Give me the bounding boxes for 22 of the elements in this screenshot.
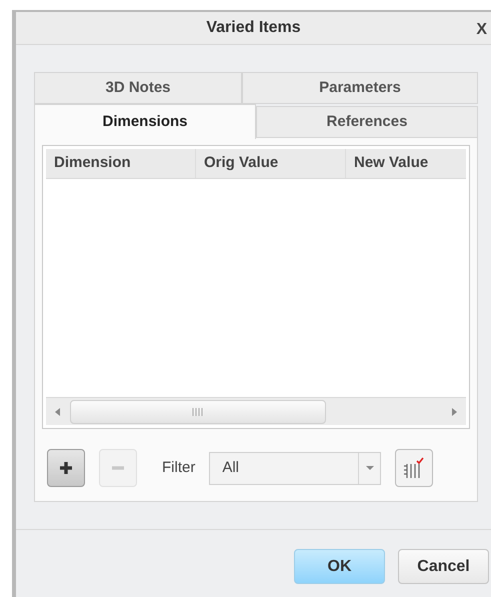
- column-header[interactable]: Dimension: [46, 149, 196, 178]
- add-button[interactable]: [47, 449, 85, 487]
- scroll-thumb[interactable]: [70, 400, 326, 424]
- column-settings-button[interactable]: [395, 449, 434, 487]
- horizontal-scrollbar[interactable]: [46, 397, 466, 425]
- tab[interactable]: Parameters: [242, 72, 478, 104]
- tab[interactable]: Dimensions: [34, 104, 256, 139]
- filter-label: Filter: [162, 458, 196, 478]
- column-header[interactable]: Orig Value: [196, 149, 346, 178]
- ok-button[interactable]: OK: [294, 549, 385, 584]
- plus-icon: [59, 461, 73, 475]
- columns-check-icon: [402, 456, 426, 480]
- window-title: Varied Items: [206, 18, 301, 38]
- tab[interactable]: References: [256, 106, 478, 138]
- dropdown-arrow-icon: [364, 465, 375, 471]
- filter-value: All: [221, 458, 240, 478]
- tab[interactable]: 3D Notes: [34, 72, 242, 104]
- filter-dropdown[interactable]: All: [209, 452, 382, 484]
- grip-icon: [191, 406, 205, 416]
- close-button[interactable]: X: [476, 18, 487, 42]
- column-header[interactable]: New Value: [346, 149, 466, 178]
- cancel-button[interactable]: Cancel: [398, 549, 489, 584]
